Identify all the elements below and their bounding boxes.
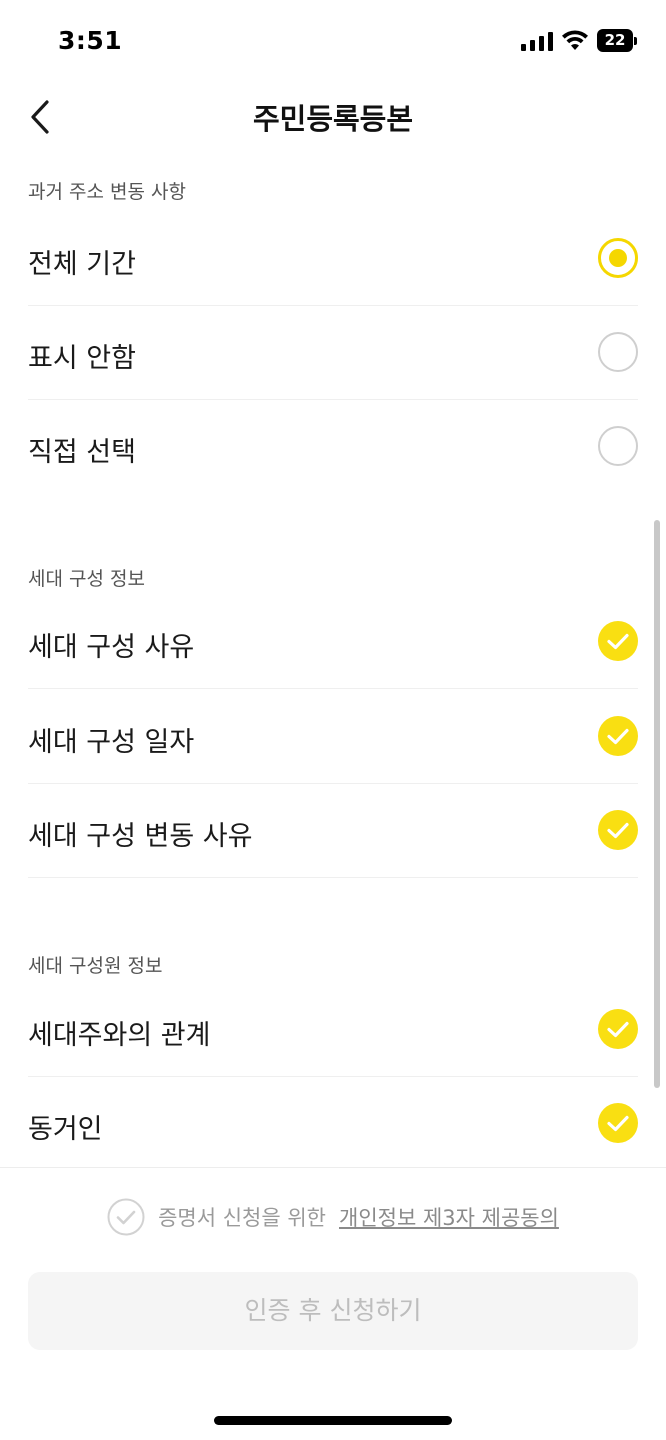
item-label: 세대 구성 사유: [28, 632, 195, 663]
section-label-member-info: 세대 구성원 정보: [28, 955, 163, 977]
item-cohabitant[interactable]: 동거인: [28, 1076, 638, 1170]
item-household-change-reason[interactable]: 세대 구성 변동 사유: [28, 783, 638, 878]
screen: 3:51 22 주민등록등본 과거 주소 변동 사항 전체 기간 표시 안함 직…: [0, 0, 666, 1440]
wifi-icon: [562, 30, 588, 50]
scrollbar[interactable]: [654, 520, 660, 1088]
consent-link[interactable]: 개인정보 제3자 제공동의: [339, 1202, 559, 1232]
item-relationship[interactable]: 세대주와의 관계: [28, 982, 638, 1077]
radio-selected-icon[interactable]: [598, 238, 638, 278]
option-label: 직접 선택: [28, 437, 136, 468]
check-circle-icon[interactable]: [598, 1103, 638, 1143]
check-circle-icon[interactable]: [598, 1009, 638, 1049]
battery-level: 22: [604, 31, 626, 49]
check-circle-icon[interactable]: [598, 621, 638, 661]
item-label: 세대 구성 일자: [28, 727, 195, 758]
check-circle-icon[interactable]: [598, 810, 638, 850]
item-label: 세대 구성 변동 사유: [28, 821, 253, 852]
item-household-reason[interactable]: 세대 구성 사유: [28, 594, 638, 689]
option-label: 표시 안함: [28, 343, 136, 374]
submit-button[interactable]: 인증 후 신청하기: [28, 1272, 638, 1350]
option-label: 전체 기간: [28, 249, 136, 280]
radio-empty-icon[interactable]: [598, 332, 638, 372]
section-label-household-info: 세대 구성 정보: [28, 568, 145, 590]
radio-empty-icon[interactable]: [598, 426, 638, 466]
home-indicator[interactable]: [214, 1416, 452, 1425]
consent-row[interactable]: 증명서 신청을 위한 개인정보 제3자 제공동의: [0, 1198, 666, 1244]
battery-icon: 22: [597, 29, 637, 52]
consent-check-icon[interactable]: [107, 1198, 145, 1236]
item-label: 동거인: [28, 1114, 103, 1145]
battery-nub: [634, 37, 637, 45]
footer-divider: [0, 1167, 666, 1168]
status-bar: 3:51 22: [0, 0, 666, 80]
consent-text: 증명서 신청을 위한: [158, 1206, 326, 1230]
item-label: 세대주와의 관계: [28, 1020, 211, 1051]
option-full-period[interactable]: 전체 기간: [28, 211, 638, 306]
header: 주민등록등본: [0, 84, 666, 150]
signal-icon: [521, 32, 553, 51]
option-hide[interactable]: 표시 안함: [28, 305, 638, 400]
item-household-date[interactable]: 세대 구성 일자: [28, 689, 638, 784]
option-custom[interactable]: 직접 선택: [28, 399, 638, 493]
page-title: 주민등록등본: [252, 102, 414, 136]
check-circle-icon[interactable]: [598, 716, 638, 756]
section-label-past-address: 과거 주소 변동 사항: [28, 181, 186, 203]
status-time: 3:51: [58, 26, 123, 55]
